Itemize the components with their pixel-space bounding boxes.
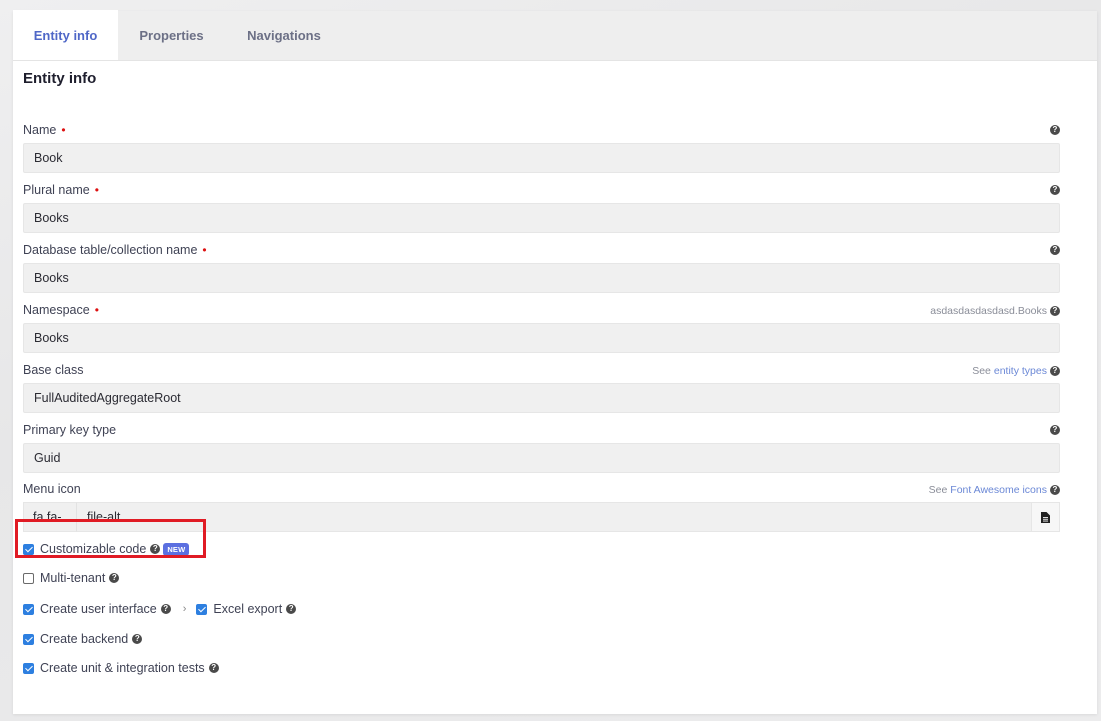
question-circle-icon[interactable]: ?: [1050, 125, 1060, 135]
menu-icon-label-text: Menu icon: [23, 482, 81, 496]
highlight-box: [15, 519, 206, 558]
table-name-label-text: Database table/collection name: [23, 243, 198, 257]
question-circle-icon[interactable]: ?: [1050, 366, 1060, 376]
hint-prefix: See: [972, 365, 991, 377]
name-field-group: Name • ? Book: [23, 121, 1060, 173]
plural-name-label: Plural name •: [23, 181, 1060, 199]
question-circle-icon[interactable]: ?: [1050, 245, 1060, 255]
base-class-label: Base class: [23, 361, 1060, 379]
namespace-input[interactable]: Books: [23, 323, 1060, 353]
multi-tenant-row: Multi-tenant ?: [23, 571, 120, 585]
namespace-field-group: Namespace • asdasdasdasdasd.Books ? Book…: [23, 301, 1060, 353]
create-tests-row: Create unit & integration tests ?: [23, 661, 219, 675]
hint-prefix: See: [928, 484, 948, 496]
required-marker: •: [61, 123, 66, 137]
create-backend-checkbox[interactable]: [23, 633, 34, 645]
menu-icon-input[interactable]: file-alt: [76, 502, 1032, 532]
multi-tenant-checkbox[interactable]: [23, 572, 34, 584]
create-tests-label[interactable]: Create unit & integration tests: [40, 661, 205, 675]
question-circle-icon[interactable]: ?: [286, 604, 297, 614]
table-name-field-group: Database table/collection name • ? Books: [23, 241, 1060, 293]
required-marker: •: [202, 243, 207, 257]
question-circle-icon[interactable]: ?: [1050, 425, 1060, 435]
plural-name-help[interactable]: ?: [1050, 185, 1060, 195]
primary-key-label: Primary key type: [23, 421, 1060, 439]
name-label: Name •: [23, 121, 1060, 139]
question-circle-icon[interactable]: ?: [160, 604, 171, 614]
menu-icon-hint: See Font Awesome icons ?: [929, 484, 1060, 496]
namespace-hint: asdasdasdasdasd.Books ?: [930, 305, 1060, 317]
namespace-preview: asdasdasdasdasd.Books: [930, 305, 1047, 317]
tab-navigations[interactable]: Navigations: [225, 10, 343, 60]
multi-tenant-label[interactable]: Multi-tenant: [40, 571, 105, 585]
question-circle-icon[interactable]: ?: [109, 573, 120, 583]
primary-key-help[interactable]: ?: [1050, 425, 1060, 435]
namespace-label-text: Namespace: [23, 303, 90, 317]
create-backend-label[interactable]: Create backend: [40, 632, 128, 646]
tab-bar: Entity info Properties Navigations: [13, 10, 1097, 61]
namespace-label: Namespace •: [23, 301, 1060, 319]
primary-key-label-text: Primary key type: [23, 423, 117, 437]
table-name-input[interactable]: Books: [23, 263, 1060, 293]
required-marker: •: [94, 183, 99, 197]
tab-properties[interactable]: Properties: [118, 10, 225, 60]
create-ui-label[interactable]: Create user interface: [40, 602, 157, 616]
base-class-hint: See entity types ?: [972, 365, 1060, 377]
name-label-text: Name: [23, 123, 57, 137]
base-class-field-group: Base class See entity types ? FullAudite…: [23, 361, 1060, 413]
required-marker: •: [94, 303, 99, 317]
chevron-right-icon: ›: [182, 603, 187, 615]
question-circle-icon[interactable]: ?: [132, 634, 143, 644]
file-alt-icon: [1041, 511, 1050, 523]
question-circle-icon[interactable]: ?: [1050, 306, 1060, 316]
tab-entity-info[interactable]: Entity info: [13, 10, 118, 60]
question-circle-icon[interactable]: ?: [1050, 485, 1060, 495]
entity-types-link[interactable]: entity types: [994, 365, 1047, 377]
name-input[interactable]: Book: [23, 143, 1060, 173]
plural-name-field-group: Plural name • ? Books: [23, 181, 1060, 233]
base-class-label-text: Base class: [23, 363, 84, 377]
excel-export-label[interactable]: Excel export: [213, 602, 282, 616]
question-circle-icon[interactable]: ?: [208, 663, 219, 673]
primary-key-select[interactable]: Guid: [23, 443, 1060, 473]
create-ui-checkbox[interactable]: [23, 603, 34, 615]
name-help[interactable]: ?: [1050, 125, 1060, 135]
plural-name-label-text: Plural name: [23, 183, 90, 197]
create-ui-row: Create user interface ? › Excel export ?: [23, 602, 297, 616]
question-circle-icon[interactable]: ?: [1050, 185, 1060, 195]
create-tests-checkbox[interactable]: [23, 662, 34, 674]
section-title: Entity info: [23, 70, 97, 87]
create-backend-row: Create backend ?: [23, 632, 143, 646]
primary-key-field-group: Primary key type ? Guid: [23, 421, 1060, 473]
excel-export-checkbox[interactable]: [196, 603, 208, 615]
menu-icon-label: Menu icon: [23, 480, 1060, 498]
font-awesome-icons-link[interactable]: Font Awesome icons: [950, 484, 1047, 496]
menu-icon-preview[interactable]: [1032, 502, 1060, 532]
table-name-label: Database table/collection name •: [23, 241, 1060, 259]
base-class-select[interactable]: FullAuditedAggregateRoot: [23, 383, 1060, 413]
plural-name-input[interactable]: Books: [23, 203, 1060, 233]
table-name-help[interactable]: ?: [1050, 245, 1060, 255]
